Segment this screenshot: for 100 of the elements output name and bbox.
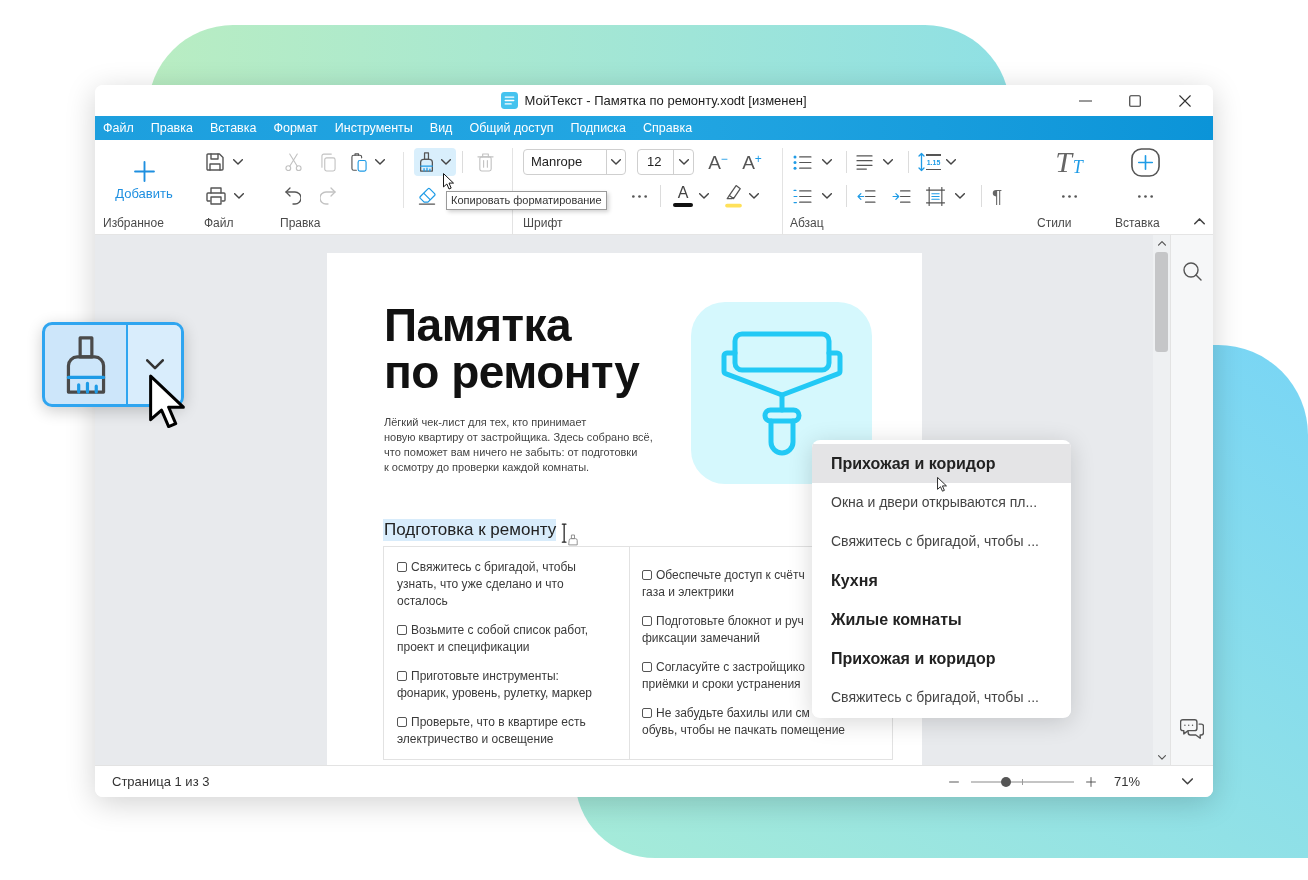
format-painter-button[interactable] [42, 322, 184, 407]
more-icon [631, 194, 647, 198]
group-label: Стили [1037, 215, 1072, 232]
scroll-thumb[interactable] [1155, 252, 1168, 352]
insert-button[interactable] [1128, 146, 1162, 178]
caret-up-icon [1157, 240, 1166, 246]
group-label: Избранное [103, 215, 164, 232]
caret-icon [145, 359, 164, 370]
undo-icon [285, 187, 301, 205]
group-label: Шрифт [523, 215, 563, 232]
more-icon [1137, 194, 1153, 198]
slider-thumb[interactable] [1001, 776, 1011, 787]
mouse-pointer-icon [937, 477, 947, 492]
trash-icon [476, 152, 494, 172]
caret-icon [1182, 778, 1193, 785]
caret-icon [699, 193, 709, 199]
caret-icon [375, 159, 385, 165]
search-icon [1182, 262, 1202, 281]
group-label: Правка [280, 215, 321, 232]
document-title: Памятка по ремонту [384, 302, 641, 396]
plus-icon [1085, 776, 1096, 787]
dropdown-item[interactable]: Прихожая и коридор [812, 639, 1071, 678]
bulleted-list-icon [793, 154, 812, 170]
format-painter-button[interactable] [414, 148, 456, 176]
plus-icon [133, 161, 155, 182]
mouse-pointer-icon [443, 173, 454, 190]
caret-icon [822, 159, 832, 165]
checklist-item: Проверьте, что в квартире есть электричество и освещение [397, 714, 586, 746]
group-label: Файл [204, 215, 234, 232]
styles-button[interactable]: TT [1050, 146, 1088, 178]
zoom-slider[interactable] [970, 776, 1074, 787]
copy-icon [320, 152, 336, 172]
minus-icon [948, 780, 959, 783]
search-button[interactable] [1182, 262, 1202, 281]
formatting-marks-button[interactable]: ¶ [987, 182, 1007, 210]
dropdown-item[interactable]: Свяжитесь с бригадой, чтобы ... [812, 678, 1071, 717]
indent-icon [891, 188, 911, 204]
chat-icon [1180, 718, 1204, 740]
caret-icon [946, 159, 956, 165]
dropdown-item[interactable]: Кухня [812, 561, 1071, 600]
app-icon [501, 92, 519, 109]
font-family-field[interactable]: Manrope [523, 149, 626, 175]
borders-icon [926, 186, 945, 206]
section-heading: Подготовка к ремонту [383, 519, 557, 541]
group-label: Вставка [1115, 215, 1160, 232]
font-color-button[interactable]: A [673, 182, 709, 210]
close-icon [1179, 94, 1191, 107]
outdent-icon [856, 188, 876, 204]
increase-font-button[interactable]: A$^{+}$ [740, 148, 764, 176]
group-label: Абзац [790, 215, 824, 232]
text-cursor-icon [561, 523, 580, 547]
mouse-pointer-icon [149, 374, 185, 430]
caret-icon [822, 193, 832, 199]
highlighter-icon [725, 184, 742, 208]
dropdown-item[interactable]: Свяжитесь с бригадой, чтобы ... [812, 522, 1071, 561]
checklist-item: Подготовьте блокнот и руч фиксации замечаний [642, 614, 804, 645]
save-icon [206, 153, 224, 171]
brush-icon [419, 152, 434, 172]
caret-icon [955, 193, 965, 199]
zoom-in-button[interactable] [1083, 774, 1098, 789]
dropdown-item[interactable]: Прихожая и коридор [812, 444, 1071, 483]
more-icon [1061, 194, 1077, 198]
eraser-icon [418, 187, 436, 205]
dropdown-item[interactable]: Жилые комнаты [812, 600, 1071, 639]
dropdown-item[interactable]: Окна и двери открываются пл... [812, 483, 1071, 522]
line-spacing-icon [918, 152, 925, 172]
tooltip: Копировать форматирование [446, 191, 607, 210]
add-button[interactable]: Добавить [112, 148, 176, 210]
decrease-font-button[interactable]: A$^{−}$ [706, 148, 730, 176]
highlight-button[interactable] [725, 182, 759, 210]
caret-icon [883, 159, 893, 165]
window-title: МойТекст - Памятка по ремонту.xodt [изменен] [524, 91, 807, 110]
caret-icon [749, 193, 759, 199]
checklist-item: Свяжитесь с бригадой, чтобы узнать, что уже сделано и что осталось [397, 559, 576, 608]
caret-icon [233, 159, 243, 165]
zoom-value: 71% [1113, 772, 1140, 791]
maximize-icon [1129, 94, 1141, 107]
checklist-item: Возьмите с собой список работ, проект и спецификации [397, 622, 589, 654]
caret-icon [234, 193, 244, 199]
checklist-item: Обеспечьте доступ к счётч газа и электрики [642, 568, 805, 599]
numbered-list-icon [793, 188, 812, 204]
caret-icon [1157, 754, 1166, 760]
scrollbar[interactable] [1153, 235, 1170, 765]
clipboard-icon [351, 152, 367, 172]
caret-icon [678, 159, 689, 165]
collapse-ribbon-button[interactable] [1194, 218, 1205, 225]
checklist-item: Согласуйте с застройщико приёмки и сроки устранения [642, 660, 805, 691]
align-left-icon [856, 154, 873, 170]
page-counter: Страница 1 из 3 [112, 772, 210, 791]
checklist-item: Приготовьте инструменты: фонарик, уровень, рулетку, маркер [397, 668, 593, 700]
minimize-icon [1078, 99, 1092, 102]
zoom-menu-button[interactable] [1182, 778, 1193, 785]
caret-icon [441, 159, 451, 165]
caret-icon [611, 159, 621, 165]
caret-up-icon [1194, 218, 1205, 225]
font-size-field[interactable]: 12 [637, 149, 694, 175]
redo-icon [320, 187, 336, 205]
swatch-icon [673, 203, 693, 207]
comments-button[interactable] [1180, 718, 1204, 740]
scissors-icon [284, 152, 302, 172]
